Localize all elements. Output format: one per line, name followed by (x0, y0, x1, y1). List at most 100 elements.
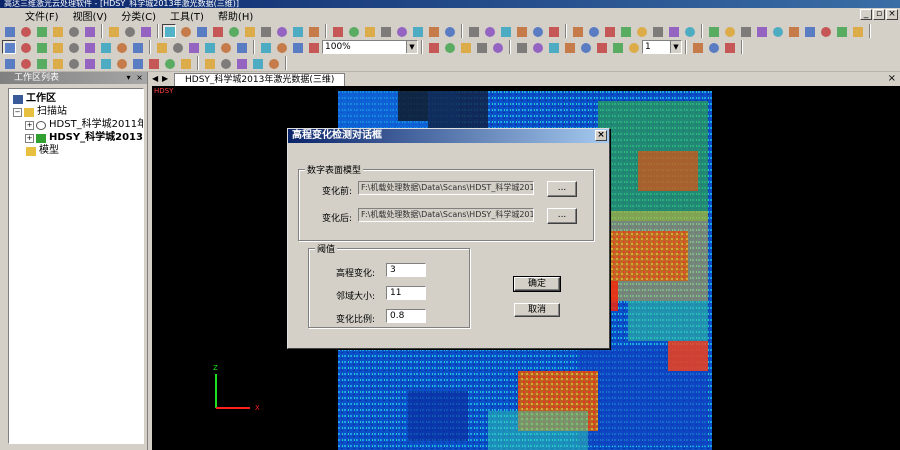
tool-icon[interactable] (562, 40, 576, 54)
tool-icon[interactable] (258, 40, 272, 54)
tool-icon[interactable] (850, 24, 864, 38)
tool-icon[interactable] (50, 24, 64, 38)
tool-icon[interactable] (754, 24, 768, 38)
tool-icon[interactable] (546, 24, 560, 38)
tool-icon[interactable] (2, 24, 16, 38)
tool-icon[interactable] (346, 24, 360, 38)
tool-icon[interactable] (706, 24, 720, 38)
tool-icon[interactable] (394, 24, 408, 38)
tool-icon[interactable] (250, 56, 264, 70)
tool-icon[interactable] (650, 24, 664, 38)
tool-icon[interactable] (130, 40, 144, 54)
tool-icon[interactable] (602, 24, 616, 38)
tool-icon[interactable] (722, 24, 736, 38)
tool-icon[interactable] (242, 24, 256, 38)
tool-icon[interactable] (706, 40, 720, 54)
tool-icon[interactable] (18, 56, 32, 70)
tool-icon[interactable] (114, 40, 128, 54)
after-browse-button[interactable]: ... (547, 208, 577, 224)
restore-button[interactable]: ▫ (873, 9, 885, 20)
tool-icon[interactable] (546, 40, 560, 54)
tool-icon[interactable] (98, 56, 112, 70)
tool-icon[interactable] (594, 40, 608, 54)
collapse-icon[interactable]: − (13, 107, 22, 117)
tree-model[interactable]: 模型 (13, 145, 59, 157)
dropdown-arrow-icon[interactable]: ▼ (670, 40, 681, 53)
tool-icon[interactable] (634, 24, 648, 38)
tool-icon[interactable] (426, 40, 440, 54)
tool-icon[interactable] (570, 24, 584, 38)
close-panel-icon[interactable]: × (135, 73, 144, 82)
tool-icon[interactable] (202, 40, 216, 54)
tool-icon[interactable] (234, 40, 248, 54)
tool-icon[interactable] (234, 56, 248, 70)
tool-icon[interactable] (482, 24, 496, 38)
tool-icon[interactable] (178, 56, 192, 70)
tool-icon[interactable] (146, 56, 160, 70)
tool-icon[interactable] (818, 24, 832, 38)
after-path-field[interactable]: F:\机载处理数据\Data\Scans\HDSY_科学城2013年 (358, 208, 534, 222)
menu-classify[interactable]: 分类(C) (114, 8, 163, 23)
tool-icon[interactable] (66, 40, 80, 54)
tool-icon[interactable] (530, 24, 544, 38)
tree-item-2013[interactable]: + HDSY_科学城2013年激 (25, 132, 143, 144)
tool-icon[interactable] (290, 24, 304, 38)
tool-icon[interactable] (162, 56, 176, 70)
tool-icon[interactable] (290, 40, 304, 54)
menu-help[interactable]: 帮助(H) (211, 8, 260, 23)
tool-icon[interactable] (34, 40, 48, 54)
menu-view[interactable]: 视图(V) (66, 8, 115, 23)
before-browse-button[interactable]: ... (547, 181, 577, 197)
tool-icon[interactable] (258, 24, 272, 38)
tool-icon[interactable] (722, 40, 736, 54)
tool-icon[interactable] (834, 24, 848, 38)
tool-icon[interactable] (154, 40, 168, 54)
tool-icon[interactable] (50, 40, 64, 54)
before-path-field[interactable]: F:\机载处理数据\Data\Scans\HDST_科学城2011年 (358, 181, 534, 195)
tool-icon[interactable] (306, 24, 320, 38)
tool-icon[interactable] (442, 24, 456, 38)
tool-icon[interactable] (34, 56, 48, 70)
tool-icon[interactable] (666, 24, 680, 38)
tool-icon[interactable] (114, 56, 128, 70)
tool-icon[interactable] (466, 24, 480, 38)
tool-icon[interactable] (770, 24, 784, 38)
tool-icon[interactable] (202, 56, 216, 70)
tool-icon[interactable] (106, 24, 120, 38)
tool-icon[interactable] (210, 24, 224, 38)
tool-icon[interactable] (218, 56, 232, 70)
page-combo[interactable]: 1 ▼ (642, 39, 682, 54)
tool-icon[interactable] (18, 24, 32, 38)
height-change-input[interactable]: 3 (386, 263, 426, 277)
tool-icon[interactable] (178, 24, 192, 38)
tree-root[interactable]: 工作区 (13, 93, 56, 105)
tool-icon[interactable] (458, 40, 472, 54)
zoom-combo[interactable]: 100% ▼ (322, 39, 418, 54)
tool-icon[interactable] (186, 40, 200, 54)
tool-icon[interactable] (18, 40, 32, 54)
tool-icon[interactable] (586, 24, 600, 38)
tool-icon[interactable] (362, 24, 376, 38)
tool-icon[interactable] (274, 24, 288, 38)
tool-icon[interactable] (378, 24, 392, 38)
window-size-input[interactable]: 11 (386, 286, 426, 300)
dropdown-arrow-icon[interactable]: ▼ (406, 40, 417, 53)
tool-icon[interactable] (194, 24, 208, 38)
close-app-button[interactable]: × (886, 9, 898, 20)
tool-icon[interactable] (50, 56, 64, 70)
tool-icon[interactable] (490, 40, 504, 54)
tool-icon[interactable] (802, 24, 816, 38)
tool-icon[interactable] (610, 40, 624, 54)
tool-icon[interactable] (162, 23, 176, 38)
tool-icon[interactable] (690, 40, 704, 54)
tool-icon[interactable] (266, 56, 280, 70)
ratio-input[interactable]: 0.8 (386, 309, 426, 323)
tool-icon[interactable] (82, 24, 96, 38)
cancel-button[interactable]: 取消 (514, 303, 560, 317)
tool-icon[interactable] (626, 40, 640, 54)
tree-scan-station[interactable]: − 扫描站 (13, 106, 67, 118)
tool-icon[interactable] (306, 40, 320, 54)
tool-icon[interactable] (66, 56, 80, 70)
tool-icon[interactable] (410, 24, 424, 38)
dialog-title-bar[interactable]: 高程变化检测对话框 × (288, 129, 609, 143)
